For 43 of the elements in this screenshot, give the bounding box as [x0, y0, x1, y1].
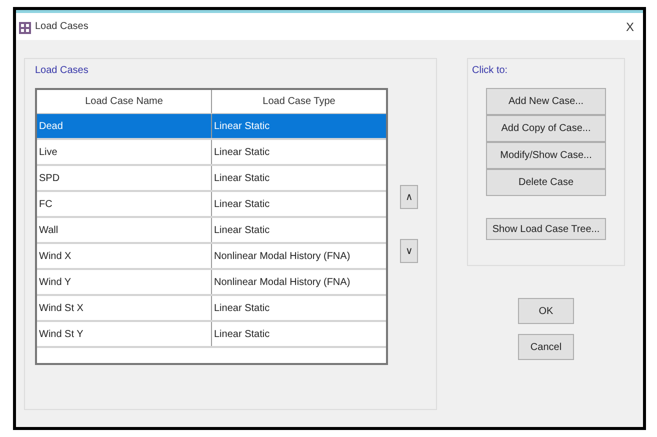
table-row[interactable]: SPD Linear Static — [37, 166, 386, 192]
table-cell: FC — [37, 192, 212, 216]
table-cell: Wall — [37, 218, 212, 242]
table-cell-text: Linear Static — [213, 328, 271, 342]
tree-button[interactable]: Show Load Case Tree... — [486, 218, 606, 240]
table-row[interactable]: Live Linear Static — [37, 140, 386, 166]
table-row[interactable]: Dead Linear Static — [37, 114, 386, 140]
table-cell-text: Nonlinear Modal History (FNA) — [213, 276, 352, 290]
move-down-button[interactable]: ∨ — [400, 239, 418, 263]
move-up-button[interactable]: ∧ — [400, 185, 418, 209]
action-button[interactable]: Modify/Show Case... — [486, 142, 606, 169]
table-row[interactable]: Wind Y Nonlinear Modal History (FNA) — [37, 270, 386, 296]
action-button[interactable]: Delete Case — [486, 169, 606, 196]
table-cell-text: Linear Static — [213, 224, 271, 238]
table-cell-text: Linear Static — [213, 198, 271, 212]
table-cell: Wind St X — [37, 296, 212, 320]
table-row[interactable]: Wind St X Linear Static — [37, 296, 386, 322]
window-title: Load Cases — [35, 20, 88, 34]
table-cell: Live — [37, 140, 212, 164]
table-row[interactable]: Wind St Y Linear Static — [37, 322, 386, 348]
table-cell: SPD — [37, 166, 212, 190]
table-cell-text: Linear Static — [213, 146, 271, 160]
app-icon — [19, 20, 31, 34]
action-button[interactable]: Add Copy of Case... — [486, 115, 606, 142]
cancel-button[interactable]: Cancel — [518, 334, 574, 360]
ok-button[interactable]: OK — [518, 298, 574, 324]
table-cell-text: Nonlinear Modal History (FNA) — [213, 250, 352, 264]
close-button[interactable]: X — [620, 18, 640, 36]
column-header[interactable]: Load Case Name — [37, 90, 212, 113]
column-header[interactable]: Load Case Type — [212, 90, 386, 113]
table-cell: Wind X — [37, 244, 212, 268]
table-cell: Dead — [37, 114, 212, 138]
table-cell-text: Linear Static — [213, 120, 271, 134]
table-cell-text: Linear Static — [213, 172, 271, 186]
table-row[interactable]: Wind X Nonlinear Modal History (FNA) — [37, 244, 386, 270]
table-cell: Wind St Y — [37, 322, 212, 346]
group-title: Load Cases — [35, 64, 90, 78]
action-button[interactable]: Add New Case... — [486, 88, 606, 115]
table-cell-text: Linear Static — [213, 302, 271, 316]
group-title: Click to: — [471, 64, 508, 78]
table-row[interactable]: FC Linear Static — [37, 192, 386, 218]
table-row[interactable]: Wall Linear Static — [37, 218, 386, 244]
table-cell: Wind Y — [37, 270, 212, 294]
